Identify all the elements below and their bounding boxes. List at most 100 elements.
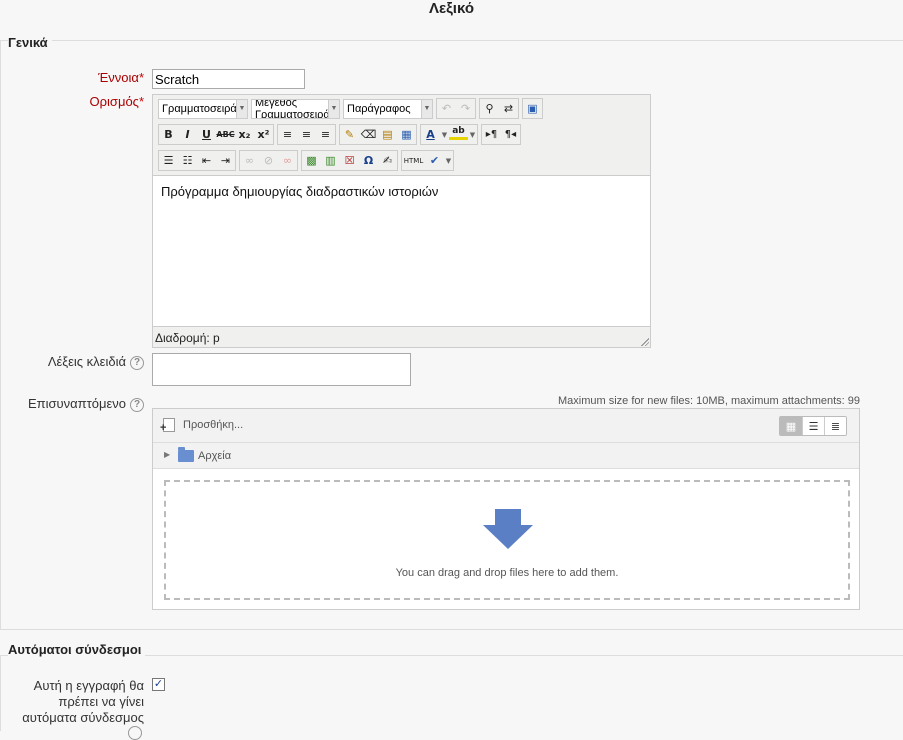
tree-view-icon[interactable]: ≣ [824,417,846,435]
bullet-list-icon[interactable]: ☰ [159,151,178,170]
editor-toolbar-row-1: Γραμματοσειρά ▼ Μέγεθος Γραμματοσειράς ▼… [158,98,546,119]
paste-word-icon[interactable]: ▦ [397,125,416,144]
file-picker-toolbar: + Προσθήκη... ▦ ☰ ≣ [153,409,859,443]
keywords-textarea[interactable] [152,353,411,386]
image-icon[interactable]: ▩ [302,151,321,170]
add-file-label: Προσθήκη... [183,419,244,431]
link-icon[interactable]: ∞ [240,151,259,170]
help-icon[interactable] [128,726,142,740]
ltr-icon[interactable]: ▸¶ [482,125,501,144]
fieldset-border [0,656,1,731]
chevron-down-icon: ▼ [328,99,339,118]
underline-icon[interactable]: U [197,125,216,144]
resize-handle-icon[interactable] [640,337,649,346]
list-view-icon[interactable]: ☰ [802,417,824,435]
font-family-select[interactable]: Γραμματοσειρά ▼ [158,98,248,119]
paste-text-icon[interactable]: ▤ [378,125,397,144]
autolink-entry-label: Αυτή η εγγραφή θα πρέπει να γίνει αυτόμα… [22,678,144,725]
clipboard-group: ✎ ⌫ ▤ ▦ [339,124,417,145]
history-group: ↶ ↷ [436,98,476,119]
font-size-select[interactable]: Μέγεθος Γραμματοσειράς ▼ [251,98,340,119]
replace-icon[interactable]: ⇄ [499,99,518,118]
search-group: ⚲ ⇄ [479,98,519,119]
editor-toolbar-row-3: ☰ ☷ ⇤ ⇥ ∞ ⊘ ∞ ▩ ▥ ☒ Ω ✍ HTML ✔ ▼ [158,150,457,171]
html-icon[interactable]: HTML [402,151,425,170]
eraser-icon[interactable]: ⌫ [359,125,378,144]
edit-icon[interactable]: ✍ [378,151,397,170]
expand-arrow-icon[interactable]: ▶ [164,450,170,459]
icon-view-icon[interactable]: ▦ [780,417,802,435]
highlight-icon[interactable]: ab [449,125,468,140]
rtl-icon[interactable]: ¶◂ [501,125,520,144]
chevron-down-icon[interactable]: ▼ [440,125,449,144]
special-char-icon[interactable]: Ω [359,151,378,170]
concept-label-text: Έννοια [98,70,139,85]
add-file-button[interactable]: + Προσθήκη... [160,418,244,434]
page-title: Λεξικό [429,0,474,17]
attachment-label-text: Επισυναπτόμενο [27,396,126,411]
outdent-icon[interactable]: ⇤ [197,151,216,170]
html-spell-group: HTML ✔ ▼ [401,150,454,171]
keywords-label: Λέξεις κλειδιά? [20,354,144,370]
concept-label: Έννοια* [20,70,144,85]
numbered-list-icon[interactable]: ☷ [178,151,197,170]
file-picker: + Προσθήκη... ▦ ☰ ≣ ▶ Αρχεία You can dra… [152,408,860,610]
required-icon: * [138,94,144,109]
attachment-label: Επισυναπτόμενο? [20,396,144,412]
indent-icon[interactable]: ⇥ [216,151,235,170]
add-file-icon: + [160,418,175,434]
link-group: ∞ ⊘ ∞ [239,150,298,171]
undo-icon[interactable]: ↶ [437,99,456,118]
align-right-icon[interactable]: ≡ [316,125,335,144]
concept-input[interactable] [152,69,305,89]
file-dropzone[interactable]: You can drag and drop files here to add … [164,480,850,600]
autolink-checkbox[interactable]: ✓ [152,678,165,691]
fullscreen-group: ▣ [522,98,543,119]
italic-icon[interactable]: I [178,125,197,144]
folder-icon [178,447,194,462]
editor-toolbar-row-2: B I U ABC x₂ x² ≡ ≡ ≡ ✎ ⌫ ▤ ▦ A ▼ ab ▼ ▸… [158,124,524,145]
unlink-icon[interactable]: ⊘ [259,151,278,170]
align-left-icon[interactable]: ≡ [278,125,297,144]
text-style-group: B I U ABC x₂ x² [158,124,274,145]
strikethrough-icon[interactable]: ABC [216,125,235,144]
redo-icon[interactable]: ↷ [456,99,475,118]
superscript-icon[interactable]: x² [254,125,273,144]
chevron-down-icon[interactable]: ▼ [468,125,477,144]
fieldset-bottom-border [0,629,903,630]
definition-content-area[interactable]: Πρόγραμμα δημιουργίας διαδραστικών ιστορ… [153,175,650,327]
bold-icon[interactable]: B [159,125,178,144]
align-group: ≡ ≡ ≡ [277,124,336,145]
align-center-icon[interactable]: ≡ [297,125,316,144]
chevron-down-icon[interactable]: ▼ [444,151,453,170]
color-group: A ▼ ab ▼ [420,124,478,145]
fieldset-border [0,41,1,630]
media-icon[interactable]: ▥ [321,151,340,170]
nolink-icon[interactable]: ∞ [278,151,297,170]
definition-editor: Γραμματοσειρά ▼ Μέγεθος Γραμματοσειράς ▼… [152,94,651,348]
clean-icon[interactable]: ✎ [340,125,359,144]
format-value: Παράγραφος [347,102,411,115]
subscript-icon[interactable]: x₂ [235,125,254,144]
text-color-icon[interactable]: A [421,125,440,144]
format-select[interactable]: Παράγραφος ▼ [343,98,433,119]
section-general-legend[interactable]: Γενικά [8,35,52,50]
section-divider [0,40,903,41]
list-group: ☰ ☷ ⇤ ⇥ [158,150,236,171]
view-switcher: ▦ ☰ ≣ [779,416,847,436]
section-autolink-legend[interactable]: Αυτόματοι σύνδεσμοι [8,642,146,657]
font-size-value: Μέγεθος Γραμματοσειράς [255,98,336,119]
help-icon[interactable]: ? [130,397,144,412]
manage-files-icon[interactable]: ☒ [340,151,359,170]
help-icon[interactable]: ? [130,355,144,370]
fullscreen-icon[interactable]: ▣ [523,99,542,118]
chevron-down-icon: ▼ [236,99,247,118]
find-icon[interactable]: ⚲ [480,99,499,118]
folder-label: Αρχεία [198,450,232,462]
arrow-down-icon [483,509,533,549]
folder-row[interactable]: ▶ Αρχεία [153,443,859,469]
keywords-label-text: Λέξεις κλειδιά [47,354,126,369]
editor-path-status: Διαδρομή: p [155,331,220,345]
definition-label-text: Ορισμός [89,94,139,109]
spellcheck-icon[interactable]: ✔ [425,151,444,170]
